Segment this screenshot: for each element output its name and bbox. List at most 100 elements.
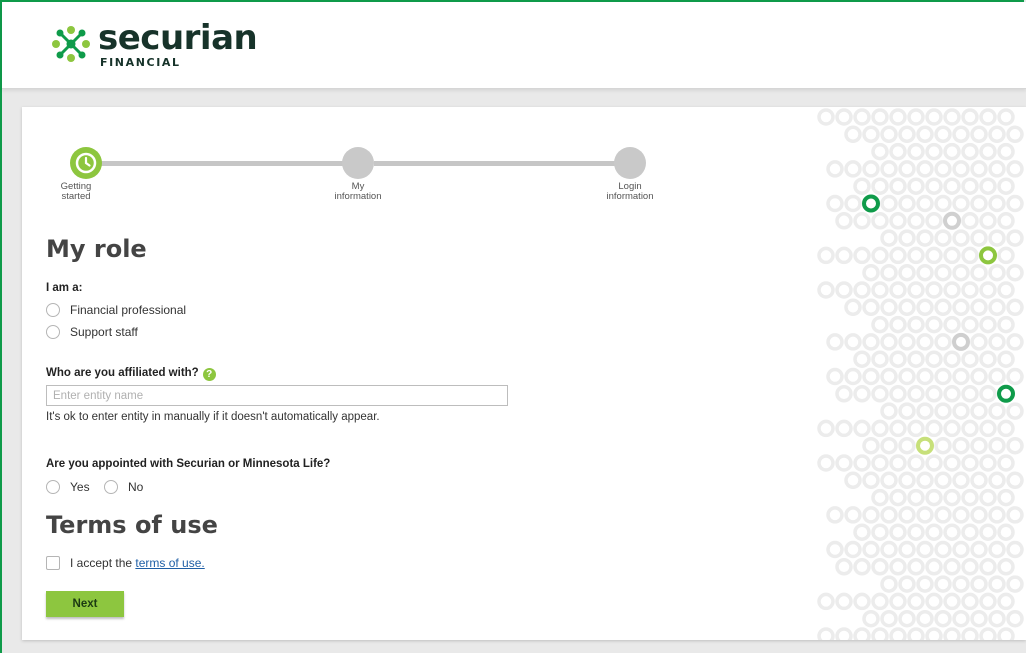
pattern-dot bbox=[889, 627, 907, 640]
pattern-dot bbox=[898, 367, 916, 386]
pattern-dot bbox=[889, 108, 907, 126]
entity-name-input[interactable] bbox=[46, 385, 508, 406]
pattern-dot bbox=[907, 350, 925, 368]
pattern-dot bbox=[871, 246, 889, 265]
pattern-dot bbox=[925, 419, 943, 438]
pattern-dot bbox=[1006, 575, 1024, 593]
pattern-dot bbox=[880, 609, 898, 628]
pattern-dot bbox=[880, 575, 898, 593]
pattern-dot bbox=[817, 108, 835, 126]
pattern-dot bbox=[862, 125, 880, 144]
pattern-dot bbox=[979, 281, 997, 299]
pattern-dot bbox=[871, 108, 889, 126]
pattern-dot bbox=[889, 419, 907, 438]
pattern-dot bbox=[889, 142, 907, 161]
pattern-dot bbox=[871, 315, 889, 334]
pattern-dot bbox=[880, 298, 898, 317]
pattern-dot bbox=[889, 246, 907, 265]
pattern-dot bbox=[961, 488, 979, 507]
pattern-dot bbox=[880, 540, 898, 559]
pattern-dot bbox=[871, 419, 889, 438]
pattern-dot bbox=[826, 333, 844, 351]
pattern-dot bbox=[898, 436, 916, 455]
pattern-dot bbox=[925, 350, 943, 368]
next-button[interactable]: Next bbox=[46, 591, 124, 617]
radio-button[interactable] bbox=[104, 480, 118, 494]
pattern-dot bbox=[907, 558, 925, 576]
radio-button[interactable] bbox=[46, 325, 60, 339]
pattern-dot bbox=[988, 298, 1006, 317]
appointment-option-yes[interactable]: Yes bbox=[46, 480, 90, 494]
pattern-dot bbox=[862, 160, 880, 178]
pattern-dot bbox=[970, 160, 988, 178]
pattern-dot bbox=[970, 471, 988, 490]
accept-terms-label: I accept the terms of use. bbox=[70, 556, 205, 570]
pattern-dot bbox=[907, 315, 925, 334]
pattern-dot bbox=[943, 592, 961, 611]
pattern-dot bbox=[907, 385, 925, 403]
pattern-dot bbox=[916, 263, 934, 282]
pattern-dot bbox=[970, 194, 988, 213]
pattern-dot bbox=[916, 402, 934, 420]
pattern-dot bbox=[898, 540, 916, 559]
pattern-dot bbox=[952, 298, 970, 317]
pattern-dot bbox=[916, 160, 934, 178]
help-icon[interactable]: ? bbox=[202, 368, 216, 381]
pattern-dot bbox=[970, 506, 988, 524]
appointment-option-no[interactable]: No bbox=[104, 480, 143, 494]
pattern-dot bbox=[952, 471, 970, 490]
pattern-dot bbox=[961, 281, 979, 299]
pattern-dot bbox=[979, 488, 997, 507]
pattern-dot bbox=[1006, 506, 1024, 524]
accept-terms-row[interactable]: I accept the terms of use. bbox=[46, 556, 205, 570]
pattern-dot bbox=[970, 263, 988, 282]
pattern-dot bbox=[997, 108, 1015, 126]
pattern-dot bbox=[916, 229, 934, 247]
accept-terms-prefix: I accept the bbox=[70, 556, 136, 570]
radio-button[interactable] bbox=[46, 303, 60, 317]
my-role-heading: My role bbox=[46, 235, 147, 263]
step-my-information-label: My information bbox=[318, 182, 398, 202]
pattern-dot bbox=[952, 402, 970, 420]
pattern-dot bbox=[898, 471, 916, 490]
radio-button[interactable] bbox=[46, 480, 60, 494]
step-label-line: information bbox=[334, 191, 382, 202]
pattern-dot bbox=[889, 315, 907, 334]
pattern-dot bbox=[997, 142, 1015, 161]
pattern-dot bbox=[961, 350, 979, 368]
pattern-dot bbox=[952, 367, 970, 386]
pattern-dot bbox=[970, 333, 988, 351]
pattern-dot bbox=[1006, 367, 1024, 386]
pattern-dot bbox=[988, 402, 1006, 420]
pattern-dot bbox=[952, 125, 970, 144]
pattern-dot bbox=[889, 488, 907, 507]
pattern-dot bbox=[925, 488, 943, 507]
pattern-dot bbox=[853, 281, 871, 299]
pattern-dot bbox=[889, 454, 907, 472]
pattern-dot bbox=[898, 194, 916, 213]
terms-of-use-link[interactable]: terms of use. bbox=[135, 556, 204, 570]
pattern-dot bbox=[952, 575, 970, 593]
pattern-dot bbox=[943, 281, 961, 299]
pattern-dot bbox=[934, 471, 952, 490]
pattern-dot bbox=[898, 402, 916, 420]
site-header: securian FINANCIAL bbox=[2, 2, 1026, 89]
role-option-financial-professional[interactable]: Financial professional bbox=[46, 303, 186, 317]
pattern-dot bbox=[853, 454, 871, 472]
accept-terms-checkbox[interactable] bbox=[46, 556, 60, 570]
pattern-dot bbox=[1006, 402, 1024, 420]
clock-icon bbox=[75, 152, 97, 174]
pattern-dot bbox=[853, 108, 871, 126]
pattern-dot bbox=[979, 246, 997, 265]
pattern-dot bbox=[853, 212, 871, 230]
pattern-dot bbox=[943, 315, 961, 334]
pattern-dot bbox=[952, 540, 970, 559]
pattern-dot bbox=[925, 315, 943, 334]
pattern-dot bbox=[925, 108, 943, 126]
pattern-dot bbox=[862, 298, 880, 317]
pattern-dot bbox=[997, 384, 1015, 403]
role-option-support-staff[interactable]: Support staff bbox=[46, 325, 138, 339]
pattern-dot bbox=[916, 575, 934, 593]
logo-subtitle: FINANCIAL bbox=[100, 56, 181, 69]
pattern-dot bbox=[934, 540, 952, 559]
